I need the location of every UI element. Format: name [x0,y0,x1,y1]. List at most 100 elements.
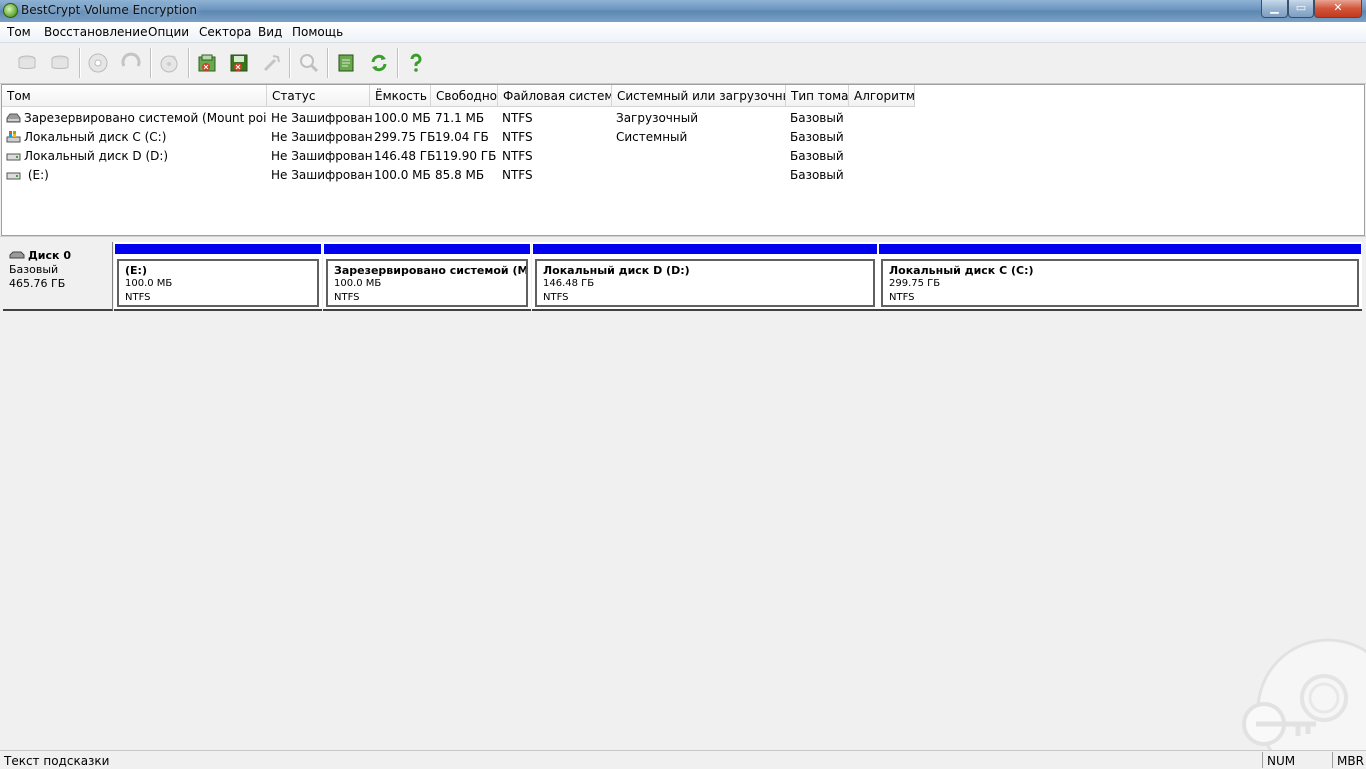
volume-type: Базовый [790,111,844,125]
volume-free: 19.04 ГБ [435,130,489,144]
menu-recovery[interactable]: Восстановление [44,25,147,39]
system-drive-icon [6,131,21,143]
volume-filesystem: NTFS [502,111,533,125]
disk-info[interactable]: Диск 0 Базовый 465.76 ГБ [3,242,113,311]
disk-type: Базовый [9,263,59,276]
column-header-volume[interactable]: Том [2,85,267,107]
partition-name: (E:) [125,264,147,277]
column-header-volume-type[interactable]: Тип тома [786,85,849,107]
column-header-filesystem[interactable]: Файловая система [498,85,612,107]
settings-disk-icon [160,55,178,73]
encrypt-disk-icon [18,55,36,69]
search-button[interactable] [295,49,323,77]
volume-name: Локальный диск C (C:) [24,130,167,144]
volume-list[interactable]: Том Статус Ёмкость Свободно Файловая сис… [1,84,1365,236]
table-row[interactable]: Локальный диск D (D:) Не Зашифрован 146.… [2,147,1364,166]
partition-name: Зарезервировано системой (Mount point \) [334,264,528,277]
decrypt-disk-button[interactable] [46,49,74,77]
close-icon: ✕ [1333,1,1343,14]
drive-icon [6,113,21,123]
partition-body: (E:) 100.0 МБ NTFS [117,259,319,307]
rescue-icon [198,54,216,72]
volume-type: Базовый [790,149,844,163]
status-bar: Текст подсказки NUM MBR [0,750,1366,769]
partition-bar [533,244,877,254]
volume-capacity: 100.0 МБ [374,168,431,182]
disk-size: 465.76 ГБ [9,277,66,290]
search-icon [300,54,319,73]
partition-filesystem: NTFS [543,292,569,303]
column-header-free[interactable]: Свободно [431,85,498,107]
status-num: NUM [1262,752,1328,768]
column-header-status[interactable]: Статус [267,85,370,107]
disk-map: Диск 0 Базовый 465.76 ГБ (E:) 100.0 МБ N… [1,240,1365,750]
volume-free: 119.90 ГБ [435,149,497,163]
dismount-button[interactable] [117,49,145,77]
volume-filesystem: NTFS [502,149,533,163]
num-indicator: NUM [1267,754,1296,768]
disk-settings-button[interactable] [155,49,183,77]
menu-options[interactable]: Опции [148,25,189,39]
help-button[interactable] [402,49,430,77]
partition-system-reserved[interactable]: Зарезервировано системой (Mount point \)… [323,242,531,311]
partition-e[interactable]: (E:) 100.0 МБ NTFS [114,242,322,311]
bestcrypt-watermark-icon [1242,638,1366,750]
minimize-button[interactable]: ▁ [1261,0,1288,18]
volume-name: Зарезервировано системой (Mount point \) [24,111,266,125]
partition-bar [115,244,321,254]
close-button[interactable]: ✕ [1314,0,1362,18]
volume-capacity: 299.75 ГБ [374,130,436,144]
status-mbr: MBR [1332,752,1366,768]
partition-bar [324,244,530,254]
report-button[interactable] [332,49,360,77]
encrypt-disk-button[interactable] [13,49,41,77]
hard-disk-icon [9,251,25,259]
volume-type: Базовый [790,130,844,144]
column-header-capacity[interactable]: Ёмкость [370,85,431,107]
volume-name: (E:) [24,168,49,182]
report-icon [338,54,354,72]
save-key-button[interactable] [225,49,253,77]
partition-name: Локальный диск C (C:) [889,264,1034,277]
volume-role: Загрузочный [616,111,699,125]
volume-capacity: 100.0 МБ [374,111,431,125]
partition-body: Локальный диск C (C:) 299.75 ГБ NTFS [881,259,1359,307]
menu-help[interactable]: Помощь [292,25,343,39]
drive-icon [6,153,21,161]
column-header-system-boot[interactable]: Системный или загрузочный [612,85,786,107]
partition-body: Зарезервировано системой (Mount point \)… [326,259,528,307]
table-row[interactable]: (E:) Не Зашифрован 100.0 МБ 85.8 МБ NTFS… [2,166,1364,185]
disk-name: Диск 0 [28,249,71,262]
menu-sectors[interactable]: Сектора [199,25,251,39]
column-header-algorithm[interactable]: Алгоритм [849,85,915,107]
key-generator-button[interactable] [257,49,285,77]
partition-size: 146.48 ГБ [543,278,595,289]
partition-d[interactable]: Локальный диск D (D:) 146.48 ГБ NTFS [532,242,878,311]
partition-filesystem: NTFS [889,292,915,303]
table-row[interactable]: Локальный диск C (C:) Не Зашифрован 299.… [2,128,1364,147]
rescue-button[interactable] [193,49,221,77]
partition-c[interactable]: Локальный диск C (C:) 299.75 ГБ NTFS [878,242,1362,311]
menu-volume[interactable]: Том [7,25,31,39]
volume-status: Не Зашифрован [271,168,373,182]
volume-free: 85.8 МБ [435,168,485,182]
partition-size: 100.0 МБ [334,278,382,289]
volume-status: Не Зашифрован [271,111,373,125]
partition-bar [879,244,1361,254]
drive-icon [6,172,21,180]
volume-type: Базовый [790,168,844,182]
volume-filesystem: NTFS [502,168,533,182]
menu-view[interactable]: Вид [258,25,282,39]
status-hint: Текст подсказки [4,754,110,768]
volume-free: 71.1 МБ [435,111,485,125]
decrypt-disk-icon [51,55,69,69]
refresh-button[interactable] [365,49,393,77]
partition-size: 299.75 ГБ [889,278,941,289]
table-row[interactable]: Зарезервировано системой (Mount point \)… [2,109,1364,128]
maximize-button[interactable]: ▭ [1288,0,1314,18]
volume-status: Не Зашифрован [271,149,373,163]
mount-button[interactable] [84,49,112,77]
dismount-icon [121,52,141,67]
minimize-icon: ▁ [1270,1,1279,14]
title-bar[interactable]: BestCrypt Volume Encryption ▁ ▭ ✕ [0,0,1366,22]
